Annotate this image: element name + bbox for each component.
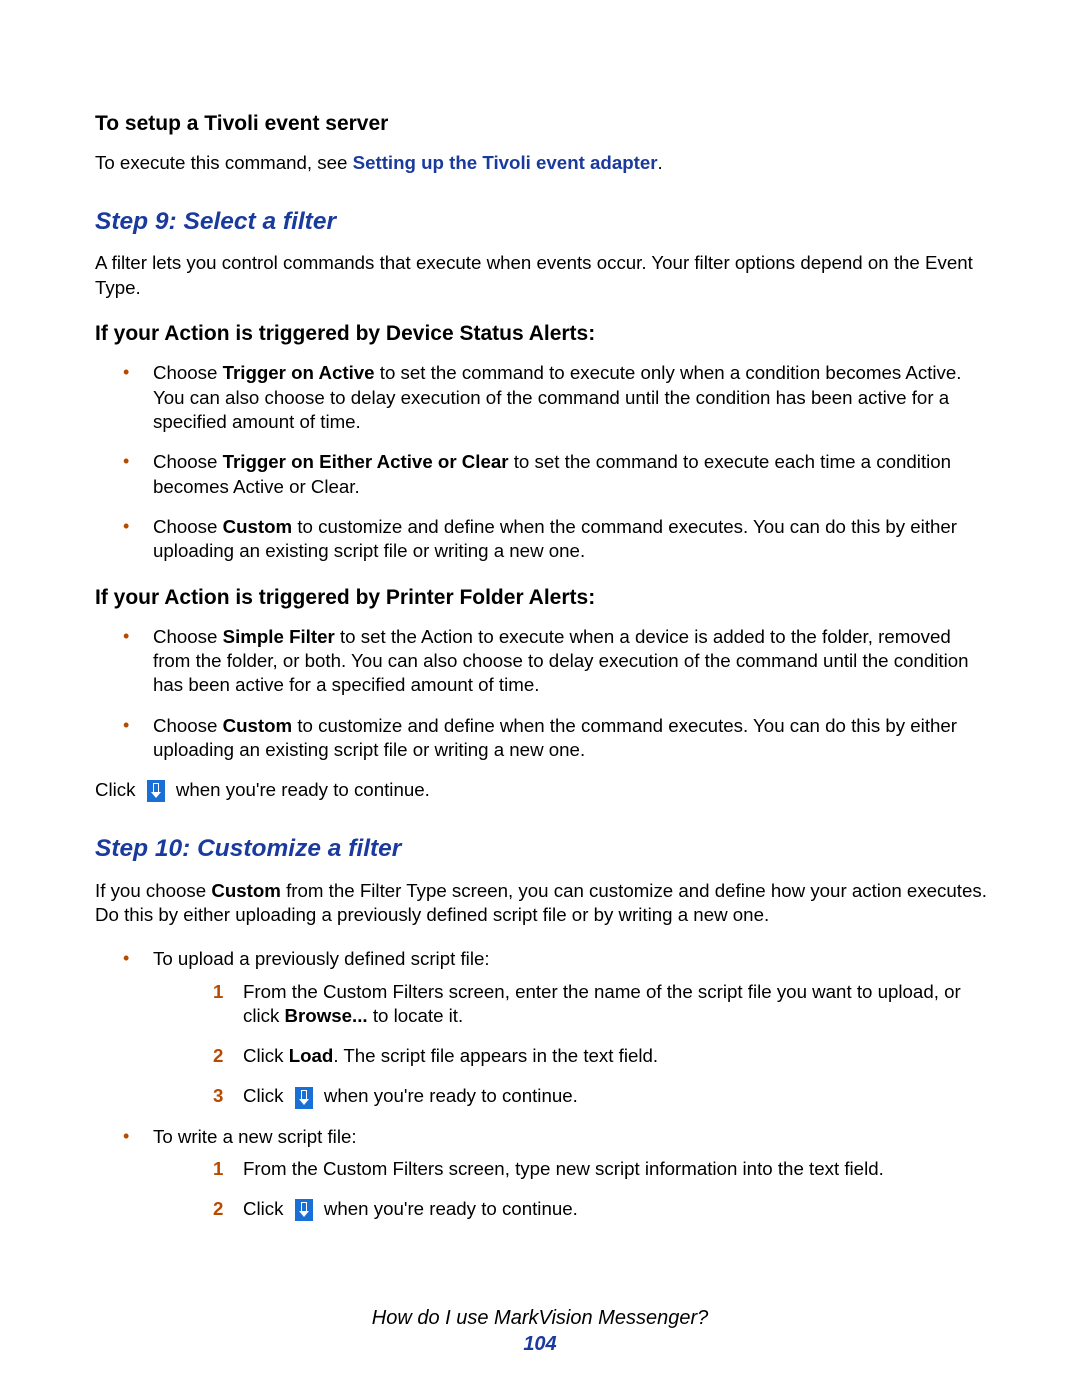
num-item: From the Custom Filters screen, type new… xyxy=(153,1157,990,1181)
step10-upload-block: To upload a previously defined script fi… xyxy=(95,947,990,1222)
text: . xyxy=(658,152,663,173)
step9-intro: A filter lets you control commands that … xyxy=(95,251,990,300)
next-icon xyxy=(295,1087,313,1109)
text: To execute this command, see xyxy=(95,152,353,173)
list-item: To upload a previously defined script fi… xyxy=(95,947,990,1109)
num-item: Click when you're ready to continue. xyxy=(153,1084,990,1108)
num-item: Click when you're ready to continue. xyxy=(153,1197,990,1221)
section-body-tivoli: To execute this command, see Setting up … xyxy=(95,151,990,175)
next-icon xyxy=(295,1199,313,1221)
write-steps: From the Custom Filters screen, type new… xyxy=(153,1157,990,1222)
list-item: Choose Trigger on Either Active or Clear… xyxy=(95,450,990,499)
step9-sub2-list: Choose Simple Filter to set the Action t… xyxy=(95,625,990,763)
step9-sub1-heading: If your Action is triggered by Device St… xyxy=(95,320,990,347)
list-item: Choose Trigger on Active to set the comm… xyxy=(95,361,990,434)
step10-intro: If you choose Custom from the Filter Typ… xyxy=(95,879,990,928)
step10-heading: Step 10: Customize a filter xyxy=(95,833,990,865)
list-item: Choose Simple Filter to set the Action t… xyxy=(95,625,990,698)
page-number: 104 xyxy=(0,1331,1080,1357)
step9-sub2-heading: If your Action is triggered by Printer F… xyxy=(95,584,990,611)
document-page: To setup a Tivoli event server To execut… xyxy=(0,0,1080,1397)
list-item: To write a new script file: From the Cus… xyxy=(95,1125,990,1222)
list-item: Choose Custom to customize and define wh… xyxy=(95,515,990,564)
section-heading-tivoli: To setup a Tivoli event server xyxy=(95,110,990,137)
step9-click-line: Click when you're ready to continue. xyxy=(95,778,990,802)
step9-heading: Step 9: Select a filter xyxy=(95,206,990,238)
footer-title: How do I use MarkVision Messenger? xyxy=(372,1307,708,1329)
num-item: Click Load. The script file appears in t… xyxy=(153,1044,990,1068)
page-footer: How do I use MarkVision Messenger? 104 xyxy=(0,1305,1080,1357)
num-item: From the Custom Filters screen, enter th… xyxy=(153,980,990,1029)
link-tivoli-adapter[interactable]: Setting up the Tivoli event adapter xyxy=(353,152,658,173)
upload-steps: From the Custom Filters screen, enter th… xyxy=(153,980,990,1109)
next-icon xyxy=(147,780,165,802)
list-item: Choose Custom to customize and define wh… xyxy=(95,714,990,763)
step9-sub1-list: Choose Trigger on Active to set the comm… xyxy=(95,361,990,563)
